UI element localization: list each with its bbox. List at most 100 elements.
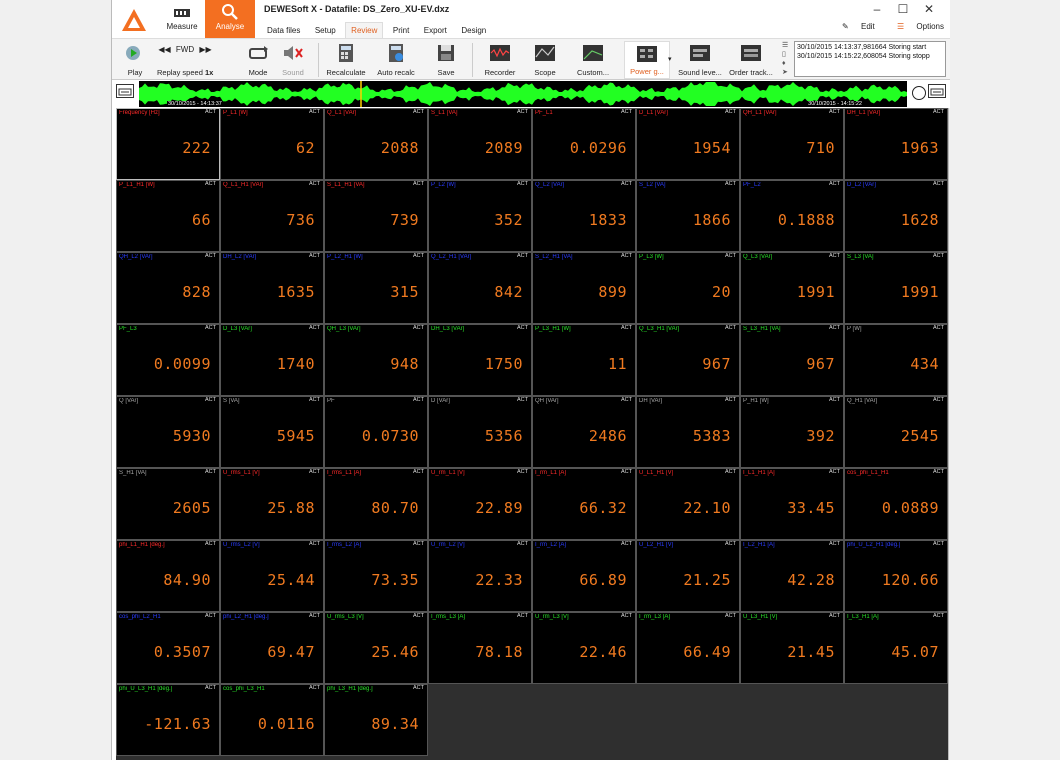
digital-meter[interactable]: Q [VAr] ACT 5930 [116, 396, 220, 468]
recorder-button[interactable]: Recorder [480, 41, 520, 79]
digital-meter[interactable]: P_L3_H1 [W] ACT 11 [532, 324, 636, 396]
measure-button[interactable]: Measure [157, 0, 207, 38]
edit-button[interactable]: ✎ Edit [832, 22, 875, 31]
digital-meter[interactable]: P_L3 [W] ACT 20 [636, 252, 740, 324]
cursor-icon[interactable]: ➤ [782, 68, 792, 77]
digital-meter[interactable]: D [VAr] ACT 5356 [428, 396, 532, 468]
clock-icon[interactable] [912, 86, 926, 100]
digital-meter[interactable]: U_L3_H1 [V] ACT 21.45 [740, 612, 844, 684]
digital-meter[interactable]: I_L2_H1 [A] ACT 42.28 [740, 540, 844, 612]
digital-meter[interactable]: PF_L1 ACT 0.0296 [532, 108, 636, 180]
recalculate-button[interactable]: Recalculate [324, 41, 368, 79]
digital-meter[interactable]: S [VA] ACT 5945 [220, 396, 324, 468]
order-tracking-button[interactable]: Order track... [726, 41, 776, 79]
digital-meter[interactable]: I_rms_L3 [A] ACT 78.18 [428, 612, 532, 684]
digital-meter[interactable]: cos_phi_L2_H1 ACT 0.3507 [116, 612, 220, 684]
digital-meter[interactable]: phi_L3_H1 [deg.] ACT 89.34 [324, 684, 428, 756]
digital-meter[interactable]: I_L1_H1 [A] ACT 33.45 [740, 468, 844, 540]
scope-button[interactable]: Scope [528, 41, 562, 79]
digital-meter[interactable]: U_rms_L2 [V] ACT 25.44 [220, 540, 324, 612]
digital-meter[interactable]: I_rm_L3 [A] ACT 66.49 [636, 612, 740, 684]
digital-meter[interactable]: S_L1 [VA] ACT 2089 [428, 108, 532, 180]
digital-meter[interactable]: cos_phi_L3_H1 ACT 0.0116 [220, 684, 324, 756]
power-display-label: Power g... [630, 67, 664, 76]
digital-meter[interactable]: Frequency [Hz] ACT 222 [116, 108, 220, 180]
digital-meter[interactable]: S_L2 [VA] ACT 1866 [636, 180, 740, 252]
digital-meter[interactable]: I_L3_H1 [A] ACT 45.07 [844, 612, 948, 684]
list-icon[interactable]: ☰ [782, 41, 792, 50]
digital-meter[interactable]: PF_L2 ACT 0.1888 [740, 180, 844, 252]
digital-meter[interactable]: U_rm_L2 [V] ACT 22.33 [428, 540, 532, 612]
digital-meter[interactable]: P_L1 [W] ACT 62 [220, 108, 324, 180]
digital-meter[interactable]: Q_L2_H1 [VAr] ACT 842 [428, 252, 532, 324]
digital-meter[interactable]: P_H1 [W] ACT 392 [740, 396, 844, 468]
close-button[interactable]: ✕ [916, 2, 942, 16]
digital-meter[interactable]: U_rm_L1 [V] ACT 22.89 [428, 468, 532, 540]
digital-meter[interactable]: P [W] ACT 434 [844, 324, 948, 396]
digital-meter[interactable]: Q_H1 [VAr] ACT 2545 [844, 396, 948, 468]
digital-meter[interactable]: I_rms_L1 [A] ACT 80.70 [324, 468, 428, 540]
custom-button[interactable]: Custom... [572, 41, 614, 79]
digital-meter[interactable]: phi_U_L3_H1 [deg.] ACT -121.63 [116, 684, 220, 756]
rewind-icon[interactable]: ◀◀ [158, 45, 170, 54]
digital-meter[interactable]: Q_L3_H1 [VAr] ACT 967 [636, 324, 740, 396]
digital-meter[interactable]: DH_L3 [VAr] ACT 1750 [428, 324, 532, 396]
analyse-button[interactable]: Analyse [205, 0, 255, 38]
digital-meter[interactable]: QH_L2 [VAr] ACT 828 [116, 252, 220, 324]
digital-meter[interactable]: U_L2_H1 [V] ACT 21.25 [636, 540, 740, 612]
save-button[interactable]: Save [430, 41, 462, 79]
digital-meter[interactable]: Q_L1_H1 [VAr] ACT 736 [220, 180, 324, 252]
digital-meter[interactable]: I_rm_L2 [A] ACT 66.89 [532, 540, 636, 612]
digital-meter[interactable]: QH [VAr] ACT 2486 [532, 396, 636, 468]
overview-left-button[interactable] [116, 84, 134, 98]
digital-meter[interactable]: phi_U_L2_H1 [deg.] ACT 120.66 [844, 540, 948, 612]
digital-meter[interactable]: P_L2 [W] ACT 352 [428, 180, 532, 252]
overview-waveform[interactable]: 30/10/2015 - 14:13:37 30/10/2015 - 14:15… [139, 81, 907, 107]
digital-meter[interactable]: S_L3 [VA] ACT 1991 [844, 252, 948, 324]
display-dropdown-arrow[interactable]: ▾ [668, 41, 676, 79]
auto-recalc-button[interactable]: Auto recalc [374, 41, 418, 79]
digital-meter[interactable]: QH_L3 [VAr] ACT 948 [324, 324, 428, 396]
sound-button[interactable]: Sound [278, 41, 308, 79]
digital-meter[interactable]: D_L3 [VAr] ACT 1740 [220, 324, 324, 396]
digital-meter[interactable]: DH_L1 [VAr] ACT 1963 [844, 108, 948, 180]
digital-meter[interactable]: S_L1_H1 [VA] ACT 739 [324, 180, 428, 252]
forward-icon[interactable]: ▶▶ [199, 45, 211, 54]
mode-button[interactable]: Mode [244, 41, 272, 79]
digital-meter[interactable]: S_L2_H1 [VA] ACT 899 [532, 252, 636, 324]
play-button[interactable]: Play [120, 41, 150, 79]
digital-meter[interactable]: I_rm_L1 [A] ACT 66.32 [532, 468, 636, 540]
overview-right-button[interactable] [928, 84, 946, 98]
digital-meter[interactable]: I_rms_L2 [A] ACT 73.35 [324, 540, 428, 612]
digital-meter[interactable]: U_rms_L3 [V] ACT 25.46 [324, 612, 428, 684]
digital-meter[interactable]: D_L2 [VAr] ACT 1628 [844, 180, 948, 252]
digital-meter[interactable]: S_L3_H1 [VA] ACT 967 [740, 324, 844, 396]
digital-meter[interactable]: cos_phi_L1_H1 ACT 0.0889 [844, 468, 948, 540]
microphone-icon[interactable]: ♦ [782, 59, 792, 68]
document-icon[interactable]: ▯ [782, 50, 792, 59]
sound-level-button[interactable]: Sound leve... [676, 41, 724, 79]
digital-meter[interactable]: QH_L1 [VAr] ACT 710 [740, 108, 844, 180]
replay-speed-control[interactable]: ◀◀ FWD ▶▶ Replay speed 1x [157, 41, 213, 79]
digital-meter[interactable]: U_L1_H1 [V] ACT 22.10 [636, 468, 740, 540]
digital-meter[interactable]: DH_L2 [VAr] ACT 1635 [220, 252, 324, 324]
digital-meter[interactable]: Q_L1 [VAr] ACT 2088 [324, 108, 428, 180]
digital-meter[interactable]: U_rm_L3 [V] ACT 22.46 [532, 612, 636, 684]
options-button[interactable]: ☰ Options [887, 22, 944, 31]
digital-meter[interactable]: PF ACT 0.0730 [324, 396, 428, 468]
digital-meter[interactable]: phi_L1_H1 [deg.] ACT 84.90 [116, 540, 220, 612]
digital-meter[interactable]: S_H1 [VA] ACT 2605 [116, 468, 220, 540]
digital-meter[interactable]: P_L2_H1 [W] ACT 315 [324, 252, 428, 324]
digital-meter[interactable]: Q_L2 [VAr] ACT 1833 [532, 180, 636, 252]
digital-meter[interactable]: Q_L3 [VAr] ACT 1991 [740, 252, 844, 324]
digital-meter[interactable]: phi_L2_H1 [deg.] ACT 69.47 [220, 612, 324, 684]
digital-meter[interactable]: D_L1 [VAr] ACT 1954 [636, 108, 740, 180]
minimize-button[interactable]: – [864, 2, 890, 16]
maximize-button[interactable]: ☐ [890, 2, 916, 16]
digital-meter[interactable]: P_L1_H1 [W] ACT 66 [116, 180, 220, 252]
digital-meter[interactable]: U_rms_L1 [V] ACT 25.88 [220, 468, 324, 540]
event-log[interactable]: 30/10/2015 14:13:37,981664 Storing start… [794, 41, 946, 77]
power-display-button[interactable]: Power g... [624, 41, 670, 79]
digital-meter[interactable]: PF_L3 ACT 0.0099 [116, 324, 220, 396]
digital-meter[interactable]: DH [VAr] ACT 5383 [636, 396, 740, 468]
